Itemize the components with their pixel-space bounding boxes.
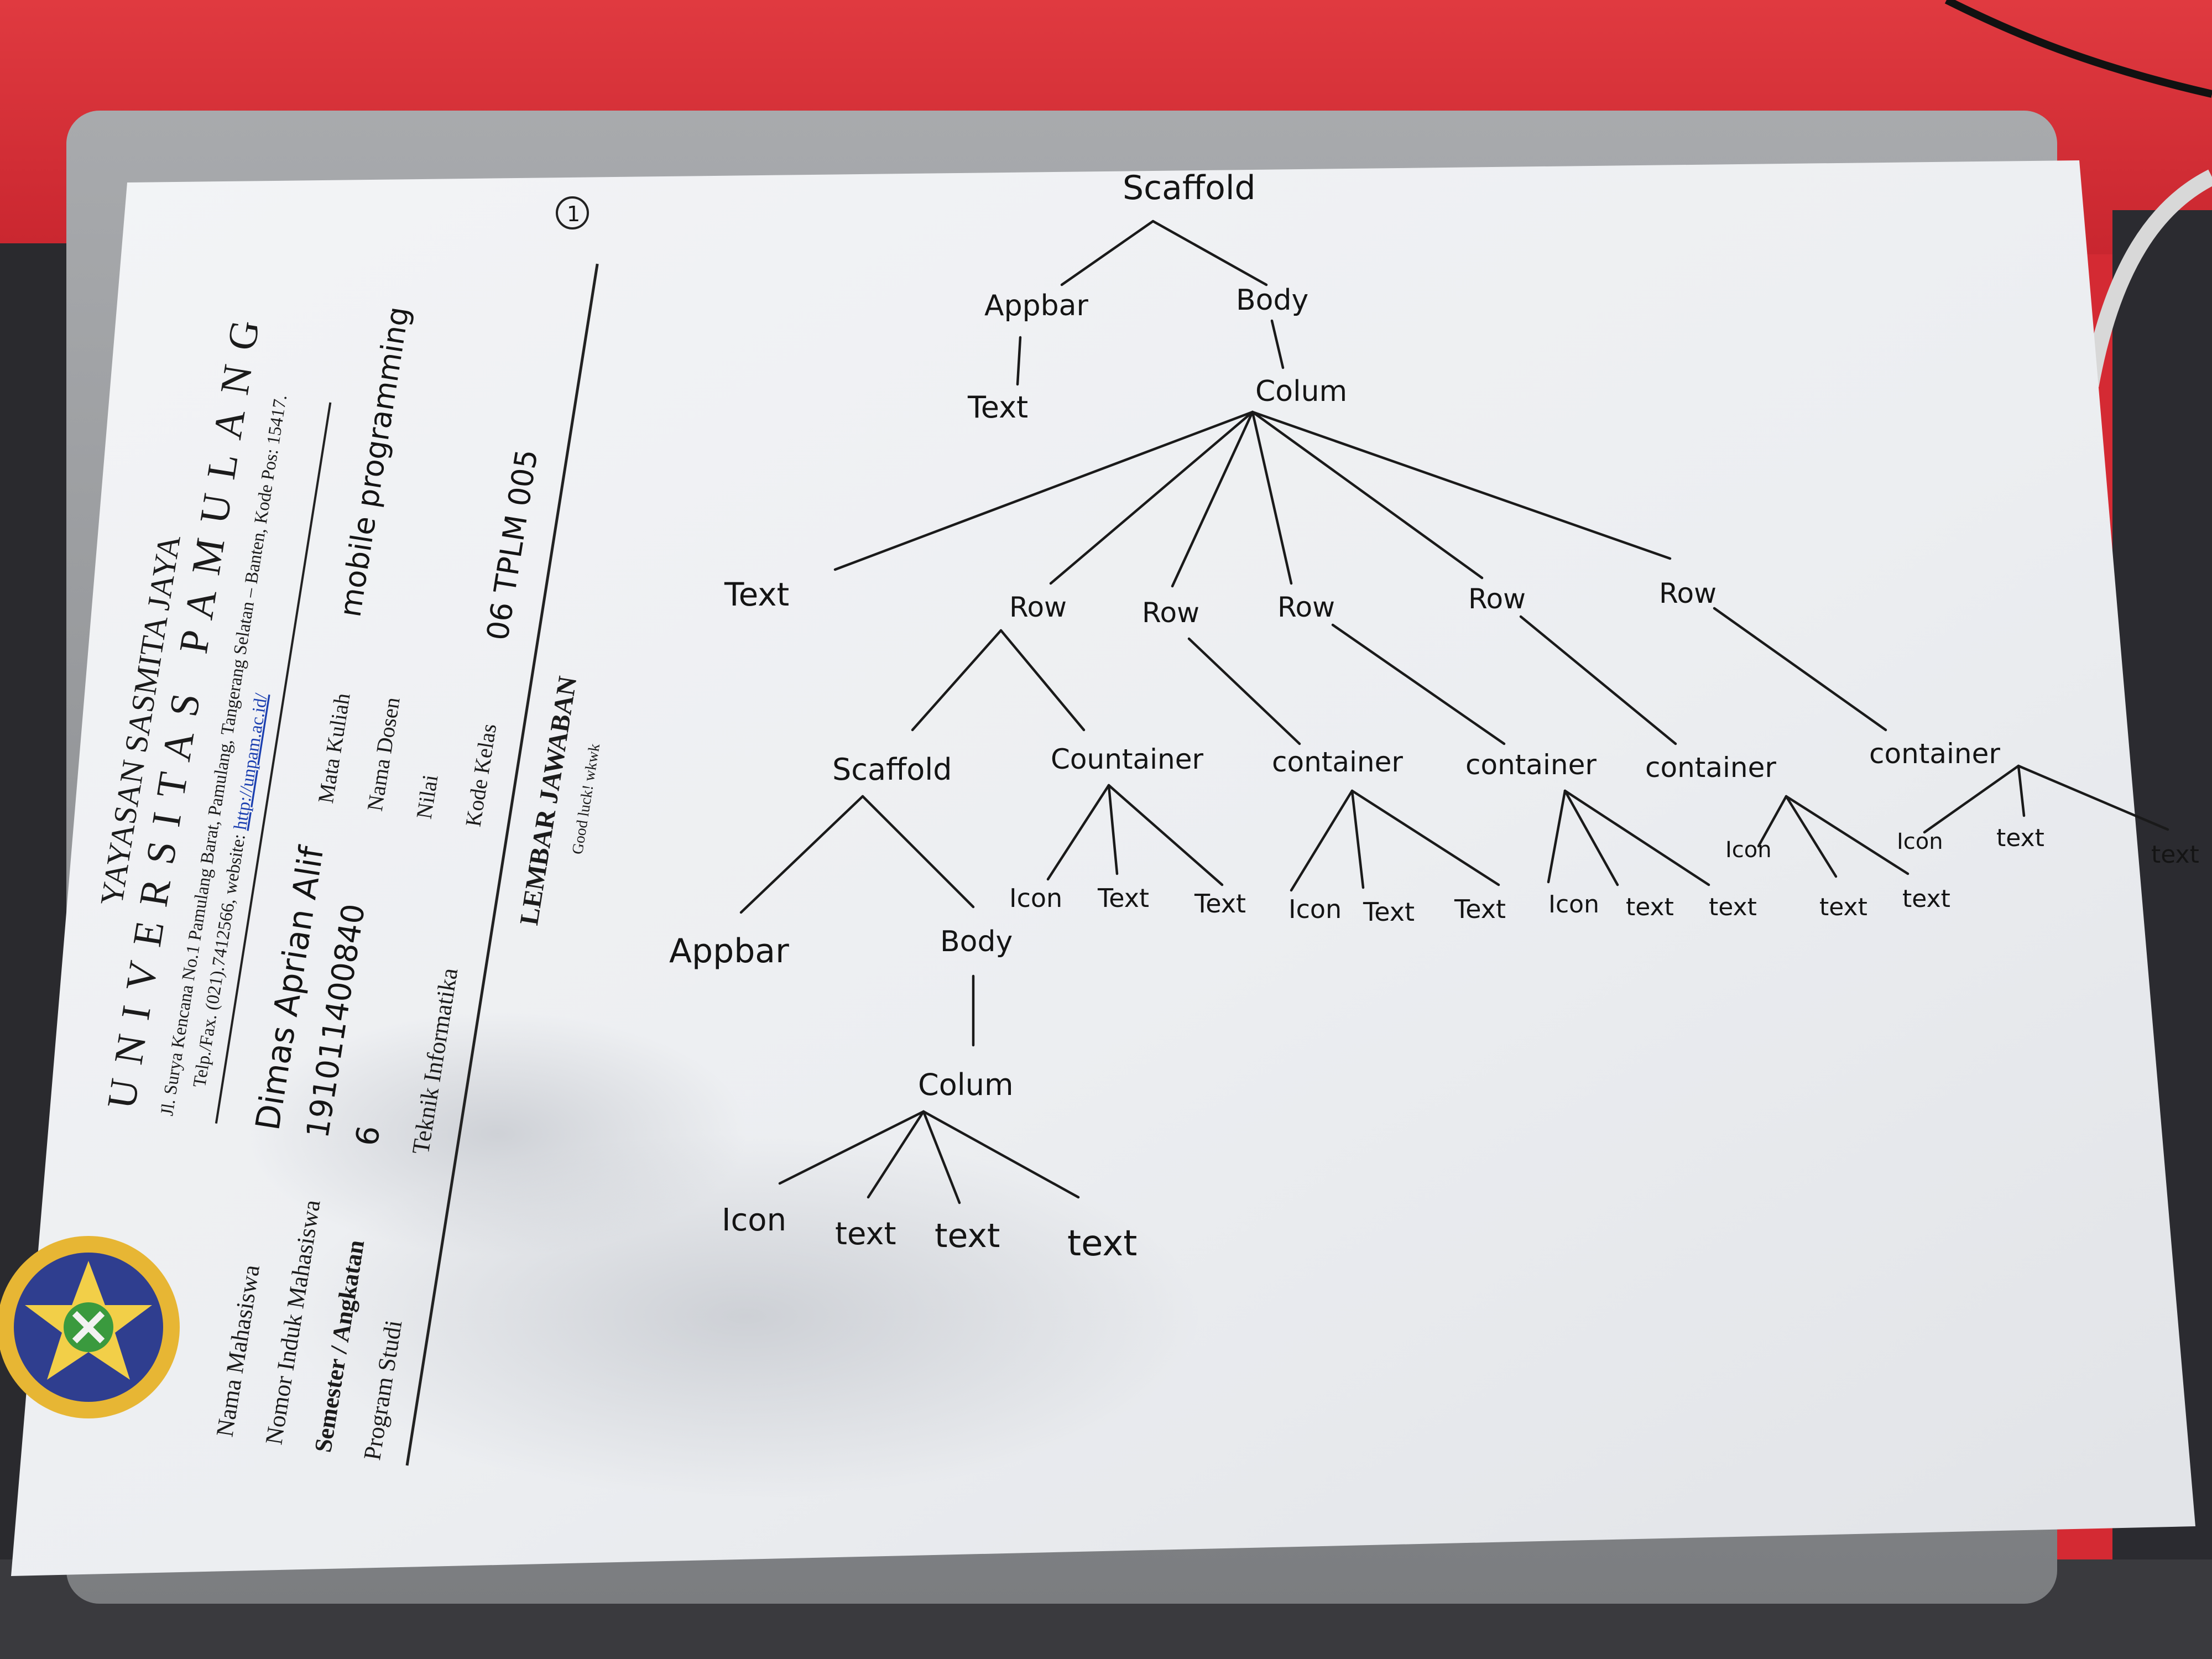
tree-node: Text bbox=[1454, 894, 1506, 924]
tree-node: Row bbox=[1468, 583, 1526, 615]
tree-node: Text bbox=[1363, 897, 1415, 927]
tree-node: text bbox=[1996, 824, 2044, 852]
tree-node: Row bbox=[1142, 597, 1199, 629]
tree-node: container bbox=[1465, 749, 1597, 781]
tree-node: Icon bbox=[1897, 829, 1943, 854]
tree-node: container bbox=[1645, 752, 1776, 784]
tree-node: Icon bbox=[722, 1202, 786, 1238]
tree-node: Appbar bbox=[984, 289, 1088, 322]
tree-node: text bbox=[1626, 893, 1674, 921]
tree-node: Scaffold bbox=[1123, 169, 1256, 207]
tree-node: Appbar bbox=[669, 932, 789, 971]
tree-node: Icon bbox=[1288, 894, 1342, 924]
tree-node: container bbox=[1272, 746, 1403, 778]
tree-node: Body bbox=[1236, 284, 1308, 317]
tree-node: Colum bbox=[1255, 375, 1347, 408]
tree-node: Text bbox=[967, 390, 1028, 425]
tree-node: Row bbox=[1659, 577, 1717, 609]
svg-text:1: 1 bbox=[567, 202, 580, 226]
tree-node: text bbox=[1902, 885, 1950, 913]
tree-node: Text bbox=[1097, 883, 1149, 913]
tree-node: Row bbox=[1009, 591, 1067, 623]
answer-sheet: YAYASAN SASMITA JAYA UNIVERSITAS PAMULAN… bbox=[0, 160, 2199, 1576]
tree-node: Scaffold bbox=[832, 752, 952, 787]
tree-node: container bbox=[1869, 738, 2000, 770]
tree-node: text bbox=[1819, 893, 1867, 921]
tree-node: Text bbox=[1194, 889, 1246, 919]
tree-node: Row bbox=[1277, 591, 1335, 623]
tree-node: Icon bbox=[1009, 883, 1062, 913]
tree-node: text bbox=[2151, 841, 2199, 869]
tree-node: Colum bbox=[918, 1067, 1014, 1102]
tree-node: Text bbox=[724, 576, 789, 613]
tree-node: text bbox=[1067, 1223, 1137, 1264]
tree-node: text bbox=[935, 1217, 1000, 1255]
tree-node: text bbox=[1709, 893, 1757, 921]
tree-node: text bbox=[835, 1216, 896, 1252]
tree-node: Body bbox=[940, 925, 1013, 958]
tree-node: Countainer bbox=[1051, 743, 1203, 775]
university-logo bbox=[0, 1236, 180, 1418]
tree-node: Icon bbox=[1725, 837, 1772, 863]
tree-node: Icon bbox=[1548, 890, 1599, 919]
